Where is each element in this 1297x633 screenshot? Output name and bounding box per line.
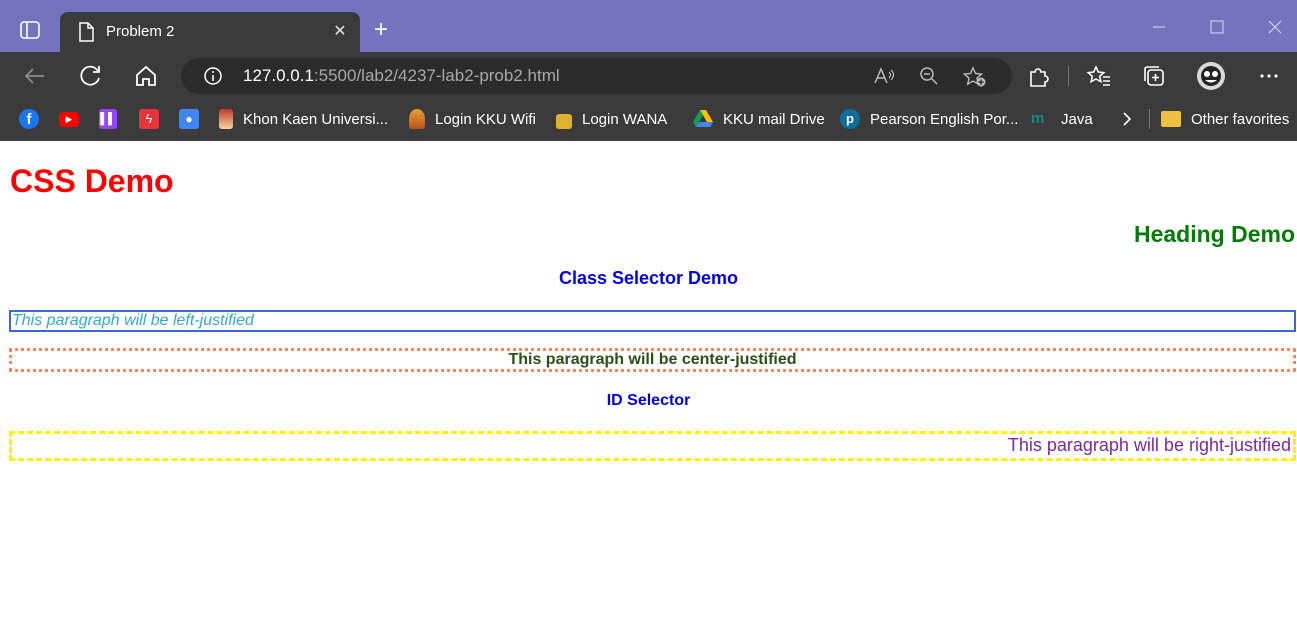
other-favorites-folder[interactable]: Other favorites [1161, 107, 1289, 131]
close-window-icon[interactable] [1260, 13, 1290, 41]
kku-wifi-icon [409, 109, 425, 129]
id-selector-heading: ID Selector [606, 392, 691, 409]
refresh-icon[interactable] [78, 63, 104, 89]
collections-icon[interactable] [1141, 63, 1167, 89]
more-menu-icon[interactable] [1256, 63, 1282, 89]
lock-icon [556, 114, 572, 129]
kku-logo-icon [219, 109, 233, 129]
url-path: :5500/lab2/4237-lab2-prob2.html [313, 66, 560, 85]
add-favorite-icon[interactable] [962, 66, 987, 93]
page-title: CSS Demo [10, 163, 174, 199]
url-text: 127.0.0.1:5500/lab2/4237-lab2-prob2.html [243, 66, 560, 86]
site-info-icon[interactable] [203, 66, 223, 91]
bolt-app-icon: ϟ [139, 109, 159, 129]
folder-icon [1161, 111, 1181, 127]
page-icon [78, 22, 94, 47]
favorites-icon[interactable] [1086, 63, 1112, 89]
pearson-icon: p [840, 109, 860, 129]
favorite-youtube[interactable]: ▶ [59, 107, 89, 131]
java-site-icon: m [1031, 110, 1045, 127]
extensions-icon[interactable] [1025, 63, 1051, 89]
zoom-icon[interactable] [919, 66, 939, 91]
read-aloud-icon[interactable] [873, 66, 895, 91]
favorite-java[interactable]: m Java [1031, 107, 1093, 131]
more-favorites-chevron-icon[interactable] [1120, 107, 1134, 131]
favorite-label: KKU mail Drive [723, 110, 825, 128]
browser-chrome: Problem 2 ✕ + 127.0.0.1:5500/lab2/4237-l… [0, 0, 1297, 141]
tab-title: Problem 2 [106, 23, 175, 40]
toolbar-divider [1068, 66, 1069, 86]
favorite-wana[interactable]: Login WANA [556, 107, 667, 131]
favorite-label: Java [1061, 110, 1093, 128]
back-icon[interactable] [22, 63, 48, 89]
tab-problem-2[interactable]: Problem 2 ✕ [60, 12, 360, 52]
address-bar[interactable]: 127.0.0.1:5500/lab2/4237-lab2-prob2.html [181, 58, 1012, 94]
right-justified-paragraph: This paragraph will be right-justified [9, 431, 1296, 461]
profile-avatar-icon[interactable] [1196, 61, 1226, 91]
minimize-icon[interactable] [1144, 13, 1174, 41]
new-tab-icon[interactable]: + [368, 16, 394, 44]
left-justified-paragraph: This paragraph will be left-justified [9, 310, 1296, 332]
favorite-pearson[interactable]: p Pearson English Por... [840, 107, 1018, 131]
class-selector-heading: Class Selector Demo [558, 268, 739, 288]
url-host: 127.0.0.1 [243, 66, 314, 85]
favorite-label: Pearson English Por... [870, 110, 1019, 128]
facebook-icon: f [19, 109, 39, 129]
favorite-label: Login KKU Wifi [435, 110, 536, 128]
favorite-label: Khon Kaen Universi... [243, 110, 389, 128]
home-icon[interactable] [133, 63, 159, 89]
maximize-icon[interactable] [1202, 13, 1232, 41]
favorite-bolt-app[interactable]: ϟ [139, 107, 169, 131]
other-favorites-label: Other favorites [1191, 110, 1290, 128]
favorite-contacts[interactable]: ● [179, 107, 209, 131]
tab-strip: Problem 2 ✕ + [0, 0, 1297, 52]
favorite-facebook[interactable]: f [19, 107, 49, 131]
heading-demo: Heading Demo [1133, 221, 1295, 247]
twitch-icon: ▌▌ [99, 109, 117, 129]
favorite-kku-mail-drive[interactable]: KKU mail Drive [693, 107, 825, 131]
favorite-khon-kaen[interactable]: Khon Kaen Universi... [219, 107, 388, 131]
contacts-icon: ● [179, 109, 199, 129]
youtube-icon: ▶ [59, 111, 79, 127]
page-content: CSS Demo Heading Demo Class Selector Dem… [0, 141, 1297, 633]
favorite-kku-wifi[interactable]: Login KKU Wifi [409, 107, 536, 131]
center-justified-paragraph: This paragraph will be center-justified [9, 348, 1296, 372]
favorite-twitch[interactable]: ▌▌ [99, 107, 127, 131]
navigation-bar: 127.0.0.1:5500/lab2/4237-lab2-prob2.html [0, 52, 1297, 99]
close-tab-icon[interactable]: ✕ [330, 21, 350, 41]
google-drive-icon [693, 109, 713, 129]
favorites-bar: f ▶ ▌▌ ϟ ● Khon Kaen Universi... Login K… [0, 99, 1297, 141]
favorite-label: Login WANA [582, 110, 668, 128]
favorites-divider [1149, 109, 1150, 129]
tab-actions-icon[interactable] [18, 20, 44, 42]
